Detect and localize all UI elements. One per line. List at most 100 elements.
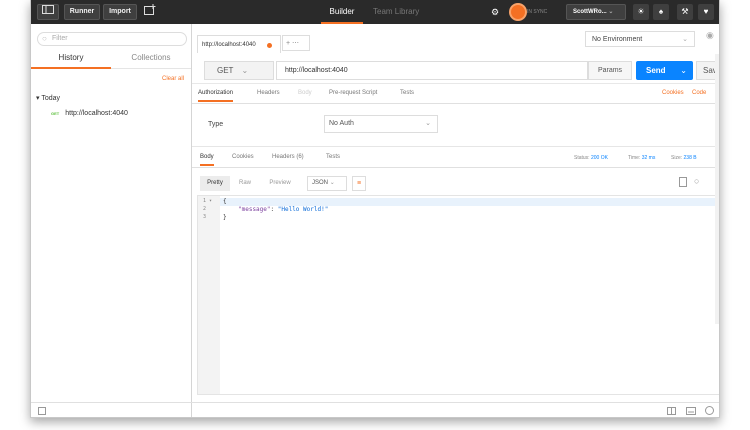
tab-team-library[interactable]: Team Library (373, 0, 428, 24)
main-panel: http://localhost:4040 + ⋯ No Environment… (192, 24, 719, 417)
fold-icon[interactable]: ▾ (209, 198, 212, 204)
line-number: 2 (203, 206, 207, 212)
format-value: JSON (312, 180, 329, 186)
tab-response-cookies[interactable]: Cookies (232, 154, 254, 160)
chevron-down-icon: ⌄ (329, 180, 335, 186)
method-select[interactable]: GET ⌄ (204, 61, 274, 80)
clear-all-link[interactable]: Clear all (162, 76, 184, 82)
line-number-value: 1 (203, 198, 207, 204)
scrollbar[interactable] (715, 54, 719, 324)
history-group-label: Today (41, 95, 61, 102)
divider (192, 146, 719, 147)
settings-wrench-icon[interactable]: ⚒ (677, 4, 693, 20)
status-label: Status: (574, 155, 590, 161)
request-tab[interactable]: http://localhost:4040 (197, 35, 281, 53)
environment-value: No Environment (592, 36, 643, 43)
auth-type-label: Type (208, 121, 224, 128)
cookies-link[interactable]: Cookies (662, 90, 684, 96)
view-raw-button[interactable]: Raw (232, 176, 258, 191)
tab-headers[interactable]: Headers (257, 90, 280, 96)
copy-icon[interactable] (679, 177, 687, 187)
params-button[interactable]: Params (588, 61, 632, 80)
tab-tests[interactable]: Tests (400, 90, 414, 96)
help-icon[interactable] (705, 406, 714, 415)
code-link[interactable]: Code (692, 90, 706, 96)
new-window-icon[interactable] (141, 4, 159, 20)
tab-pre-request-script[interactable]: Pre-request Script (329, 90, 377, 96)
chevron-down-icon: ⌄ (682, 36, 688, 43)
status-value: 200 OK (590, 155, 608, 161)
chevron-down-icon: ⌄ (608, 9, 614, 15)
tab-authorization[interactable]: Authorization (198, 90, 234, 102)
filter-placeholder: Filter (52, 35, 68, 42)
filter-input[interactable]: ○ Filter (37, 32, 187, 46)
wrap-lines-icon[interactable]: ≡ (352, 176, 366, 191)
sync-status: IN SYNC (527, 9, 548, 15)
size-label: Size: (671, 155, 683, 161)
chevron-down-icon: ⌄ (241, 66, 249, 75)
more-tabs-icon: ⋯ (292, 40, 300, 47)
list-item[interactable]: GET http://localhost:4040 (51, 110, 128, 117)
sidebar-footer (31, 402, 192, 417)
auth-type-value: No Auth (329, 120, 354, 127)
split-pane-icon[interactable] (667, 407, 676, 415)
history-group-today[interactable]: ▾ Today (36, 94, 60, 102)
request-url-bar: GET ⌄ http://localhost:4040 Params Send ⌄… (192, 58, 719, 84)
unsaved-dot-icon (267, 43, 272, 48)
time-label: Time: (628, 155, 641, 161)
view-pretty-button[interactable]: Pretty (200, 176, 230, 191)
method-value: GET (217, 66, 234, 75)
tab-response-tests[interactable]: Tests (326, 154, 340, 160)
sync-icon[interactable] (511, 5, 525, 19)
tab-response-headers[interactable]: Headers (6) (272, 154, 304, 160)
send-button[interactable]: Send ⌄ (636, 61, 693, 80)
sidebar-icon (42, 5, 54, 14)
json-value: "Hello World!" (277, 206, 329, 213)
auth-type-select[interactable]: No Auth ⌄ (324, 115, 438, 133)
request-tab-title: http://localhost:4040 (202, 42, 256, 48)
notification-bell-icon[interactable]: ♠ (653, 4, 669, 20)
settings-icon[interactable]: ☀ (633, 4, 649, 20)
code-line: { (223, 198, 227, 205)
heart-icon[interactable]: ♥ (698, 4, 714, 20)
environment-select[interactable]: No Environment ⌄ (585, 31, 695, 47)
tab-response-body[interactable]: Body (200, 154, 214, 166)
user-menu[interactable]: ScottWRo... ⌄ (566, 4, 626, 20)
json-separator: : (270, 206, 278, 213)
response-body-editor[interactable]: 1 ▾ 2 3 { "message": "Hello World!" } (197, 195, 719, 395)
import-button[interactable]: Import (103, 4, 137, 20)
time-readout: Time: 32 ms (628, 155, 655, 161)
chevron-down-icon: ⌄ (425, 120, 431, 127)
user-name: ScottWRo... (573, 9, 607, 15)
send-label: Send (646, 66, 666, 75)
code-line: } (223, 214, 227, 221)
chevron-down-icon: ⌄ (680, 66, 687, 75)
sidebar-toggle-button[interactable] (37, 4, 59, 20)
url-input[interactable]: http://localhost:4040 (276, 61, 588, 80)
search-icon: ○ (42, 34, 47, 43)
tab-builder[interactable]: Builder (321, 0, 363, 24)
view-preview-button[interactable]: Preview (262, 176, 298, 191)
console-icon[interactable] (38, 407, 46, 415)
size-readout: Size: 238 B (671, 155, 697, 161)
eye-icon[interactable]: ◉ (706, 30, 714, 41)
new-tab-button[interactable]: + ⋯ (282, 35, 310, 51)
keyboard-icon[interactable] (686, 407, 696, 415)
sidebar: ○ Filter History Collections Clear all ▾… (31, 24, 192, 417)
code-line: "message": "Hello World!" (238, 206, 328, 213)
plus-icon: + (286, 40, 291, 47)
search-icon[interactable]: ○ (694, 176, 699, 186)
size-value: 238 B (683, 155, 697, 161)
time-value: 32 ms (641, 155, 656, 161)
history-url: http://localhost:4040 (65, 110, 128, 117)
tab-history[interactable]: History (31, 53, 111, 69)
satellite-icon[interactable]: ⚙ (487, 4, 503, 20)
status-readout: Status: 200 OK (574, 155, 608, 161)
line-number: 3 (203, 214, 207, 220)
runner-button[interactable]: Runner (64, 4, 100, 20)
response-tabs: Body Cookies Headers (6) Tests Status: 2… (192, 150, 719, 168)
tab-collections[interactable]: Collections (111, 53, 191, 69)
method-badge: GET (51, 111, 60, 116)
tab-body[interactable]: Body (298, 90, 312, 96)
format-select[interactable]: JSON ⌄ (307, 176, 347, 191)
